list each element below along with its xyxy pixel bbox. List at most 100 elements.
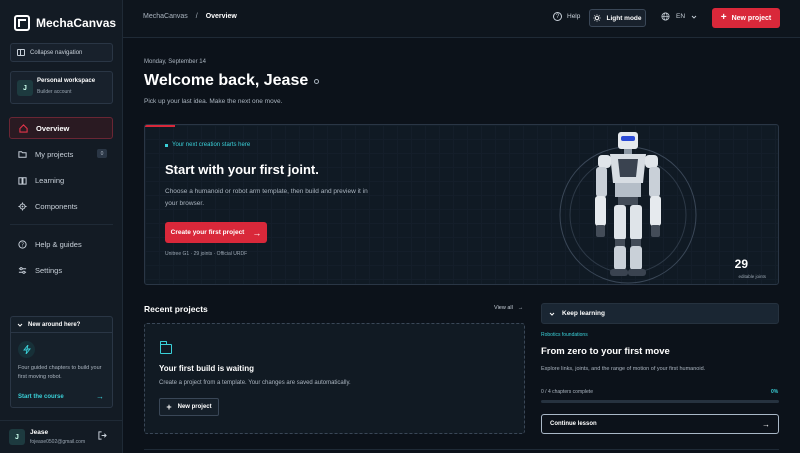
- view-all-link[interactable]: View all →: [494, 305, 523, 311]
- empty-projects-title: Your first build is waiting: [159, 364, 254, 373]
- new-project-secondary-button[interactable]: + New project: [159, 398, 219, 416]
- course-title: From zero to your first move: [541, 346, 670, 357]
- svg-text:?: ?: [21, 242, 24, 248]
- cta-label: Create your first project: [170, 229, 245, 236]
- current-date: Monday, September 14: [144, 59, 206, 65]
- humanoid-robot-illustration: [559, 132, 697, 284]
- sidebar-item-label: My projects: [35, 149, 74, 159]
- user-profile[interactable]: J Jease fojease0502@gmail.com: [0, 420, 122, 453]
- workspace-subtitle: Builder account: [37, 89, 72, 95]
- language-select[interactable]: EN: [661, 12, 697, 21]
- hero-eyebrow-text: Your next creation starts here: [172, 142, 251, 148]
- content-divider: [144, 449, 779, 450]
- sidebar: MechaCanvas Collapse navigation J Person…: [0, 0, 123, 453]
- view-all-label: View all: [494, 305, 513, 311]
- chevron-down-icon: [691, 15, 697, 19]
- page-subtitle: Pick up your last idea. Make the next on…: [144, 98, 283, 105]
- app-name: MechaCanvas: [36, 16, 117, 30]
- start-course-link[interactable]: Start the course: [18, 394, 64, 400]
- empty-projects-card: Your first build is waiting Create a pro…: [144, 323, 525, 434]
- sidebar-item-label: Overview: [36, 123, 70, 133]
- breadcrumb-root[interactable]: MechaCanvas: [143, 13, 188, 20]
- hero-card: Your next creation starts here Start wit…: [144, 124, 779, 285]
- workspace-switcher[interactable]: J Personal workspace Builder account: [10, 71, 113, 104]
- collapse-label: Collapse navigation: [30, 49, 83, 56]
- sliders-icon: [18, 266, 27, 275]
- square-bullet-icon: [165, 143, 168, 147]
- new-around-card: New around here? Four guided chapters to…: [10, 316, 113, 408]
- course-description: Explore links, joints, and the range of …: [541, 366, 706, 372]
- new-around-text: Four guided chapters to build your first…: [18, 365, 102, 380]
- arrow-right-icon: →: [762, 419, 770, 429]
- keep-learning-header[interactable]: Keep learning: [541, 303, 779, 324]
- hero-accent-line: [145, 125, 175, 127]
- sidebar-item-settings[interactable]: Settings: [9, 259, 113, 281]
- arrow-right-icon: →: [517, 305, 524, 311]
- sidebar-item-overview[interactable]: Overview: [9, 117, 113, 139]
- continue-lesson-button[interactable]: Continue lesson →: [541, 414, 779, 434]
- folder-icon: [18, 150, 27, 159]
- plus-icon: +: [720, 12, 727, 23]
- welcome-text: Welcome back, Jease: [144, 72, 309, 89]
- hero-description: Choose a humanoid or robot arm template,…: [165, 188, 368, 207]
- course-progress-text: 0 / 4 chapters complete: [541, 389, 593, 395]
- sidebar-item-help-guides[interactable]: ? Help & guides: [9, 233, 113, 255]
- help-label: Help: [567, 13, 581, 20]
- breadcrumb-separator: /: [195, 13, 198, 20]
- help-icon: ?: [553, 12, 562, 21]
- user-avatar: J: [9, 429, 25, 445]
- help-button[interactable]: ? Help: [553, 12, 580, 21]
- course-category: Robotics foundations: [541, 332, 588, 338]
- help-icon: ?: [18, 239, 27, 249]
- sidebar-item-label: Components: [35, 201, 78, 211]
- template-footnote: Unitree G1 · 29 joints · Official URDF: [165, 251, 248, 257]
- globe-icon: [661, 12, 670, 21]
- hero-eyebrow: Your next creation starts here: [165, 142, 250, 148]
- projects-count-badge: 0: [97, 149, 107, 158]
- new-around-title: New around here?: [28, 321, 81, 328]
- logout-icon[interactable]: [98, 431, 107, 442]
- hero-title: Start with your first joint.: [165, 162, 319, 177]
- breadcrumb: MechaCanvas / Overview: [143, 13, 237, 20]
- sidebar-item-components[interactable]: Components: [9, 195, 113, 217]
- page-title: Welcome back, Jease: [144, 72, 320, 90]
- create-first-project-button[interactable]: Create your first project →: [165, 222, 267, 243]
- workspace-avatar: J: [17, 80, 33, 96]
- new-around-header[interactable]: New around here?: [11, 317, 112, 333]
- sun-icon: [593, 14, 602, 22]
- joints-label: editable joints: [738, 274, 766, 279]
- new-project-button[interactable]: + New project: [712, 8, 780, 28]
- chevron-down-icon: [17, 323, 23, 327]
- sidebar-item-label: Help & guides: [35, 239, 82, 249]
- arrow-right-icon: →: [252, 227, 262, 238]
- sidebar-divider: [10, 224, 113, 225]
- light-mode-label: Light mode: [606, 14, 642, 22]
- new-project-label: New project: [731, 14, 772, 22]
- user-name: Jease: [30, 429, 49, 436]
- top-bar: MechaCanvas / Overview ? Help Light mode…: [123, 0, 800, 38]
- sidebar-toggle-icon: [17, 49, 25, 56]
- robot-preview[interactable]: [558, 125, 718, 284]
- recent-projects-title: Recent projects: [144, 304, 208, 314]
- sidebar-item-label: Settings: [35, 265, 63, 275]
- user-email: fojease0502@gmail.com: [30, 439, 86, 445]
- sidebar-item-learning[interactable]: Learning: [9, 169, 113, 191]
- empty-projects-description: Create a project from a template. Your c…: [159, 380, 351, 386]
- home-icon: [19, 123, 28, 133]
- folder-icon: [159, 341, 172, 354]
- sidebar-item-label: Learning: [35, 175, 65, 185]
- language-value: EN: [676, 13, 686, 20]
- sidebar-item-my-projects[interactable]: My projects 0: [9, 143, 113, 165]
- collapse-navigation-button[interactable]: Collapse navigation: [10, 43, 113, 62]
- breadcrumb-current: Overview: [205, 13, 237, 20]
- light-mode-button[interactable]: Light mode: [589, 9, 646, 27]
- arrow-right-icon[interactable]: →: [96, 392, 104, 401]
- course-progress-percent: 0%: [771, 389, 779, 395]
- plus-icon: +: [166, 401, 172, 412]
- status-dot-icon: [314, 78, 320, 84]
- course-progress-bar: [541, 400, 779, 403]
- keep-learning-title: Keep learning: [562, 310, 605, 317]
- joints-count: 29: [734, 257, 748, 271]
- chevron-down-icon: [549, 312, 555, 316]
- app-logo[interactable]: MechaCanvas: [14, 15, 116, 31]
